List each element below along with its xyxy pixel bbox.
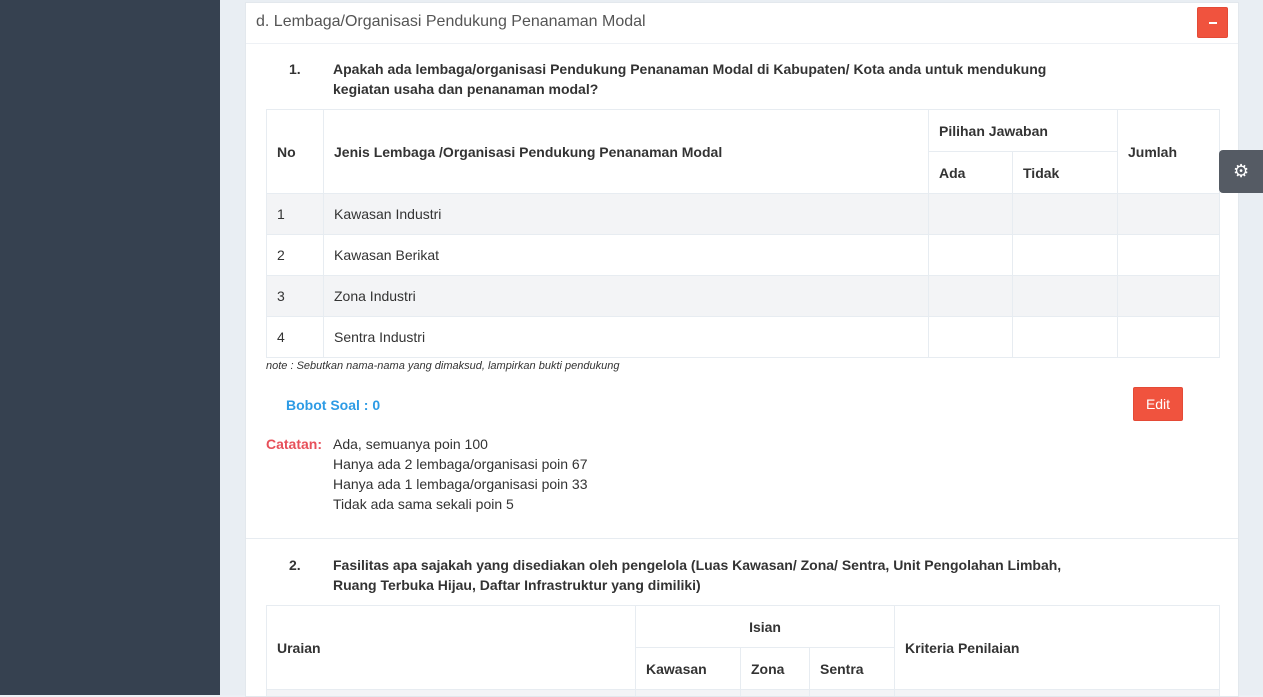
- header-jenis: Jenis Lembaga /Organisasi Pendukung Pena…: [324, 110, 929, 194]
- section-title: d. Lembaga/Organisasi Pendukung Penanama…: [256, 13, 646, 31]
- row-jenis: Kawasan Industri: [324, 194, 929, 235]
- list-item: Ada, semuanya poin 100: [333, 434, 588, 454]
- header-sentra: Sentra: [810, 648, 895, 690]
- row-jumlah: [1118, 276, 1220, 317]
- row-ada: [929, 194, 1013, 235]
- row-no: 3: [267, 276, 324, 317]
- table-row: 3 Zona Industri: [267, 276, 1220, 317]
- table-row: 2 Kawasan Berikat: [267, 235, 1220, 276]
- row-jumlah: [1118, 194, 1220, 235]
- table-row: [267, 690, 1220, 697]
- header-ada: Ada: [929, 152, 1013, 194]
- gear-icon: ⚙: [1233, 160, 1249, 182]
- table-cell: [267, 690, 636, 697]
- question-2-text: Fasilitas apa sajakah yang disediakan ol…: [333, 555, 1103, 595]
- row-jumlah: [1118, 317, 1220, 358]
- header-zona: Zona: [741, 648, 810, 690]
- question-2-table: Uraian Isian Kriteria Penilaian Kawasan …: [266, 605, 1220, 697]
- table-row: 1 Kawasan Industri: [267, 194, 1220, 235]
- header-kawasan: Kawasan: [636, 648, 741, 690]
- settings-toggle[interactable]: ⚙: [1219, 150, 1263, 193]
- panel-header: d. Lembaga/Organisasi Pendukung Penanama…: [246, 3, 1238, 44]
- list-item: Hanya ada 2 lembaga/organisasi poin 67: [333, 454, 588, 474]
- row-tidak: [1013, 194, 1118, 235]
- row-jenis: Zona Industri: [324, 276, 929, 317]
- main-content: d. Lembaga/Organisasi Pendukung Penanama…: [220, 0, 1263, 695]
- table-row: 4 Sentra Industri: [267, 317, 1220, 358]
- question-2-number: 2.: [289, 557, 301, 573]
- catatan-list: Ada, semuanya poin 100 Hanya ada 2 lemba…: [333, 434, 588, 514]
- question-1-text: Apakah ada lembaga/organisasi Pendukung …: [333, 59, 1103, 99]
- row-ada: [929, 235, 1013, 276]
- row-jenis: Sentra Industri: [324, 317, 929, 358]
- header-uraian: Uraian: [267, 606, 636, 690]
- header-pilihan-jawaban: Pilihan Jawaban: [929, 110, 1118, 152]
- table-cell: [741, 690, 810, 697]
- header-kriteria-penilaian: Kriteria Penilaian: [895, 606, 1220, 690]
- row-ada: [929, 276, 1013, 317]
- catatan-label: Catatan:: [266, 436, 322, 452]
- divider: [246, 538, 1238, 539]
- row-no: 2: [267, 235, 324, 276]
- row-no: 4: [267, 317, 324, 358]
- bobot-soal: Bobot Soal : 0: [286, 397, 380, 413]
- header-no: No: [267, 110, 324, 194]
- row-jenis: Kawasan Berikat: [324, 235, 929, 276]
- row-no: 1: [267, 194, 324, 235]
- table-cell: [810, 690, 895, 697]
- list-item: Tidak ada sama sekali poin 5: [333, 494, 588, 514]
- table-cell: [895, 690, 1220, 697]
- row-ada: [929, 317, 1013, 358]
- table-cell: [636, 690, 741, 697]
- collapse-button[interactable]: [1197, 7, 1228, 38]
- row-tidak: [1013, 317, 1118, 358]
- row-tidak: [1013, 235, 1118, 276]
- header-isian: Isian: [636, 606, 895, 648]
- section-panel: d. Lembaga/Organisasi Pendukung Penanama…: [245, 2, 1239, 697]
- row-tidak: [1013, 276, 1118, 317]
- sidebar: [0, 0, 220, 695]
- edit-button[interactable]: Edit: [1133, 387, 1183, 421]
- header-tidak: Tidak: [1013, 152, 1118, 194]
- question-1-table: No Jenis Lembaga /Organisasi Pendukung P…: [266, 109, 1220, 358]
- list-item: Hanya ada 1 lembaga/organisasi poin 33: [333, 474, 588, 494]
- minus-icon: [1209, 22, 1217, 24]
- question-1-number: 1.: [289, 61, 301, 77]
- header-jumlah: Jumlah: [1118, 110, 1220, 194]
- table-note: note : Sebutkan nama-nama yang dimaksud,…: [266, 360, 619, 372]
- row-jumlah: [1118, 235, 1220, 276]
